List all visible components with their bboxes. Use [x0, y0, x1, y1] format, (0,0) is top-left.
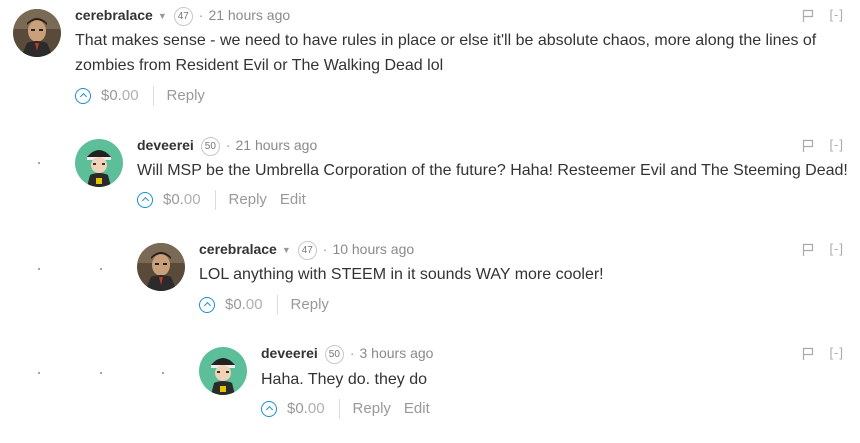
avatar-cerebralace-icon [13, 9, 61, 57]
comment-1: cerebralace ▼ 47 · 21 hours ago [-] That mak… [0, 0, 860, 106]
edit-button[interactable]: Edit [280, 190, 306, 210]
separator-dot: · [349, 345, 355, 361]
payout-value[interactable]: $0.00 [101, 86, 139, 106]
chevron-down-icon[interactable]: ▼ [158, 7, 167, 25]
comment-body-line: LOL anything with STEEM in it sounds WAY… [199, 266, 604, 283]
collapse-toggle[interactable]: [-] [829, 137, 844, 152]
chevron-down-icon[interactable]: ▼ [282, 241, 291, 259]
comment-2: deveerei 50 · 21 hours ago [-] Will MSP be … [0, 130, 860, 235]
author-name[interactable]: cerebralace [199, 241, 277, 257]
author-name[interactable]: deveerei [137, 137, 194, 153]
flag-icon[interactable] [802, 243, 814, 257]
reputation-badge: 50 [324, 345, 344, 364]
timestamp[interactable]: 21 hours ago [208, 7, 290, 23]
collapse-toggle[interactable]: [-] [829, 345, 844, 360]
payout-value[interactable]: $0.00 [225, 295, 263, 315]
reply-button[interactable]: Reply [291, 295, 329, 315]
avatar-deveerei-icon [199, 347, 247, 395]
separator-dot: · [198, 7, 204, 23]
comment-body-line: Will MSP be the Umbrella Corporation of … [137, 162, 848, 179]
reputation-badge: 47 [297, 241, 317, 260]
comment-body-line: Haha. They do. they do [261, 371, 428, 388]
divider [214, 190, 216, 210]
upvote-icon[interactable] [199, 297, 215, 313]
flag-icon[interactable] [802, 9, 814, 23]
reply-button[interactable]: Reply [229, 190, 267, 210]
avatar[interactable] [13, 9, 61, 57]
payout-value[interactable]: $0.00 [163, 190, 201, 210]
comment-4: deveerei 50 · 3 hours ago [-] Haha. They do… [0, 338, 860, 443]
collapse-toggle[interactable]: [-] [829, 241, 844, 256]
reputation-badge: 47 [173, 7, 193, 26]
reply-button[interactable]: Reply [167, 86, 205, 106]
avatar-cerebralace-icon [137, 243, 185, 291]
comment-3: cerebralace ▼ 47 · 10 hours ago [-] LOL anyt… [0, 234, 860, 339]
divider [152, 86, 154, 106]
author-name[interactable]: cerebralace [75, 7, 153, 23]
flag-icon[interactable] [802, 347, 814, 361]
avatar[interactable] [137, 243, 185, 291]
timestamp[interactable]: 10 hours ago [332, 241, 414, 257]
separator-dot: · [225, 137, 231, 153]
avatar[interactable] [199, 347, 247, 395]
reply-button[interactable]: Reply [353, 399, 391, 419]
upvote-icon[interactable] [75, 88, 91, 104]
timestamp[interactable]: 3 hours ago [360, 345, 434, 361]
avatar[interactable] [75, 139, 123, 187]
collapse-toggle[interactable]: [-] [829, 7, 844, 22]
comment-body-line: zombies from Resident Evil or The Walkin… [75, 57, 444, 74]
edit-button[interactable]: Edit [404, 399, 430, 419]
timestamp[interactable]: 21 hours ago [236, 137, 318, 153]
reputation-badge: 50 [200, 137, 220, 156]
comment-body-line: That makes sense - we need to have rules… [75, 32, 817, 49]
flag-icon[interactable] [802, 139, 814, 153]
payout-value[interactable]: $0.00 [287, 399, 325, 419]
upvote-icon[interactable] [137, 192, 153, 208]
separator-dot: · [322, 241, 328, 257]
avatar-deveerei-icon [75, 139, 123, 187]
upvote-icon[interactable] [261, 401, 277, 417]
divider [338, 399, 340, 419]
divider [276, 295, 278, 315]
author-name[interactable]: deveerei [261, 345, 318, 361]
